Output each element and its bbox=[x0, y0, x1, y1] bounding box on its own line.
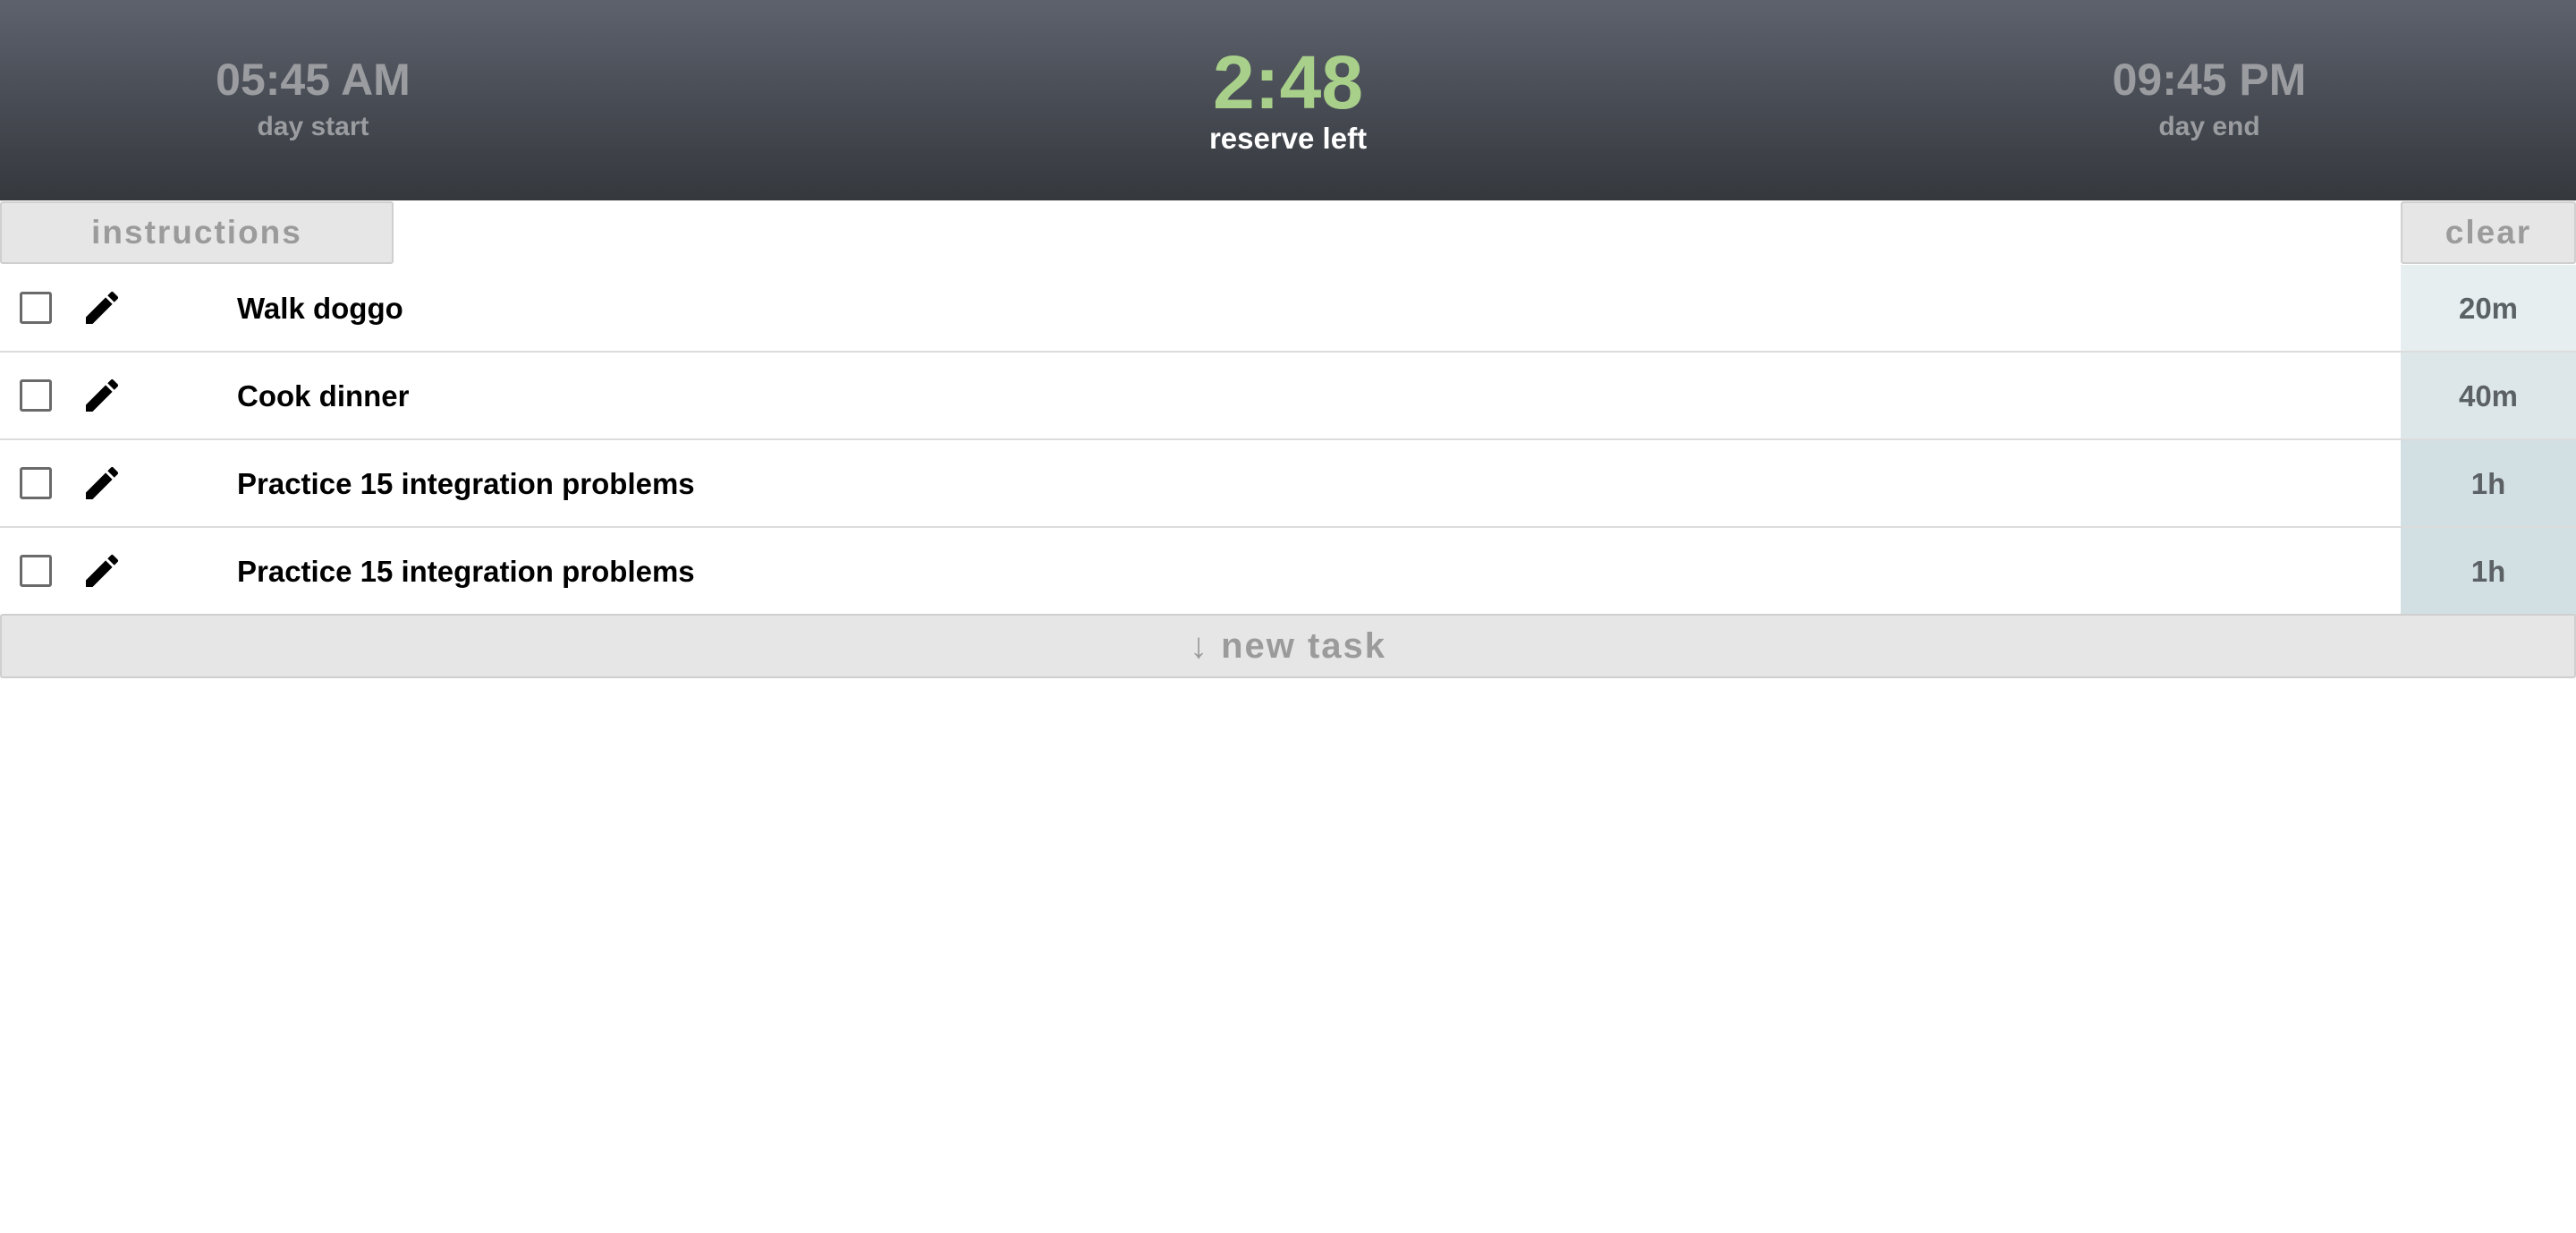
pencil-icon[interactable] bbox=[80, 549, 123, 592]
pencil-icon[interactable] bbox=[80, 462, 123, 505]
instructions-button[interactable]: instructions bbox=[0, 201, 394, 264]
task-name[interactable]: Practice 15 integration problems bbox=[237, 440, 695, 528]
checkbox-icon[interactable] bbox=[20, 379, 52, 412]
checkbox-icon[interactable] bbox=[20, 555, 52, 587]
day-start[interactable]: 05:45 AM day start bbox=[179, 50, 447, 145]
task-row: Practice 15 integration problems 1h bbox=[0, 528, 2576, 616]
day-start-label: day start bbox=[257, 112, 369, 141]
task-name[interactable]: Walk doggo bbox=[237, 265, 403, 353]
task-name[interactable]: Cook dinner bbox=[237, 353, 410, 440]
reserve-value: 2:48 bbox=[1212, 40, 1364, 124]
task-duration[interactable]: 20m bbox=[2401, 265, 2576, 351]
pencil-icon[interactable] bbox=[80, 286, 123, 329]
new-task-button[interactable]: ↓ new task bbox=[0, 614, 2576, 678]
task-duration[interactable]: 1h bbox=[2401, 440, 2576, 526]
task-duration[interactable]: 1h bbox=[2401, 528, 2576, 616]
task-row: Practice 15 integration problems 1h bbox=[0, 440, 2576, 528]
task-name[interactable]: Practice 15 integration problems bbox=[237, 528, 695, 616]
task-duration[interactable]: 40m bbox=[2401, 353, 2576, 438]
day-end[interactable]: 09:45 PM day end bbox=[2075, 50, 2343, 145]
day-start-time[interactable]: 05:45 AM bbox=[179, 50, 447, 109]
reserve-label: reserve left bbox=[1208, 122, 1368, 155]
day-end-time[interactable]: 09:45 PM bbox=[2075, 50, 2343, 109]
task-list: Walk doggo 20m Cook dinner 40m Practice … bbox=[0, 265, 2576, 616]
clear-button[interactable]: clear bbox=[2401, 201, 2576, 264]
header: 05:45 AM day start 2:48 reserve left 09:… bbox=[0, 0, 2576, 200]
task-row: Cook dinner 40m bbox=[0, 353, 2576, 440]
day-end-label: day end bbox=[2158, 112, 2260, 141]
pencil-icon[interactable] bbox=[80, 374, 123, 417]
reserve: 2:48 reserve left bbox=[1154, 39, 1422, 155]
checkbox-icon[interactable] bbox=[20, 467, 52, 499]
task-row: Walk doggo 20m bbox=[0, 265, 2576, 353]
checkbox-icon[interactable] bbox=[20, 292, 52, 324]
